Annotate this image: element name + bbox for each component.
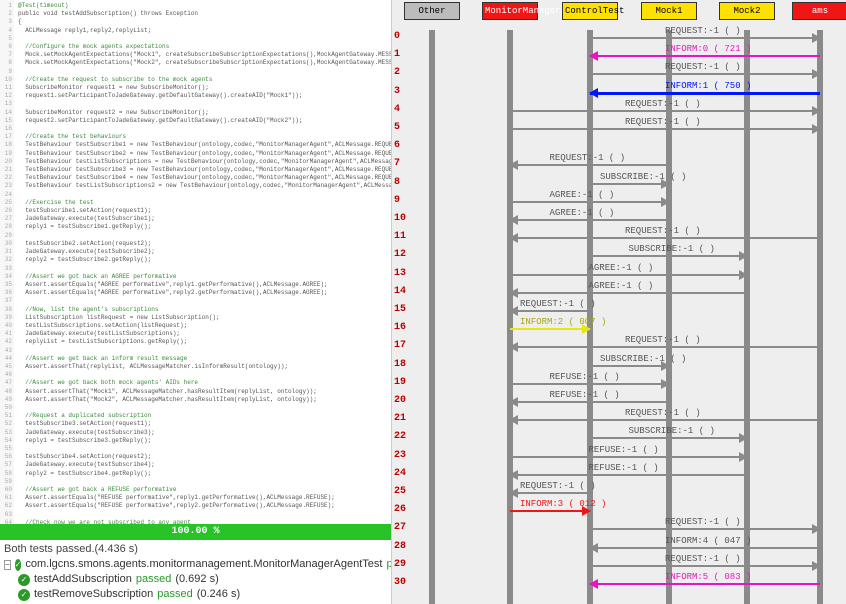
seq-message[interactable]: INFORM:5 ( 083 ) <box>590 578 820 592</box>
seq-message-label: REQUEST:-1 ( ) <box>520 481 596 491</box>
app-root: 1 2 3 4 5 6 7 8 9 10 11 12 13 14 15 16 1… <box>0 0 846 604</box>
seq-message[interactable]: INFORM:3 ( 012 ) <box>510 505 590 519</box>
pass-icon: ✓ <box>18 574 30 586</box>
test-progress-bar: 100.00 % <box>0 524 391 540</box>
result-test-row[interactable]: ✓ testAddSubscription passed (0.692 s) <box>4 572 387 587</box>
result-class-row[interactable]: − ✓ com.lgcns.smons.agents.monitormanage… <box>4 557 387 572</box>
result-test-status: passed <box>157 587 192 602</box>
seq-message-label: INFORM:3 ( 012 ) <box>520 499 606 509</box>
seq-message[interactable]: REQUEST:-1 ( ) <box>510 123 820 137</box>
seq-message-label: INFORM:1 ( 750 ) <box>665 81 751 91</box>
code-editor[interactable]: 1 2 3 4 5 6 7 8 9 10 11 12 13 14 15 16 1… <box>0 0 391 524</box>
seq-message-label: SUBSCRIBE:-1 ( ) <box>629 244 715 254</box>
result-test-time: (0.246 s) <box>197 587 240 602</box>
seq-message-label: INFORM:0 ( 721 ) <box>665 44 751 54</box>
seq-message-label: AGREE:-1 ( ) <box>589 263 654 273</box>
seq-message-label: REQUEST:-1 ( ) <box>520 299 596 309</box>
seq-message-label: AGREE:-1 ( ) <box>550 208 615 218</box>
seq-message-label: REQUEST:-1 ( ) <box>625 335 701 345</box>
result-class-name: com.lgcns.smons.agents.monitormanagement… <box>25 557 382 572</box>
pass-icon: ✓ <box>18 589 30 601</box>
seq-message-label: SUBSCRIBE:-1 ( ) <box>600 172 686 182</box>
seq-message-label: REQUEST:-1 ( ) <box>625 226 701 236</box>
seq-message-label: REFUSE:-1 ( ) <box>589 445 659 455</box>
seq-message-label: INFORM:5 ( 083 ) <box>665 572 751 582</box>
test-results: Both tests passed.(4.436 s) − ✓ com.lgcn… <box>0 540 391 604</box>
seq-message-label: SUBSCRIBE:-1 ( ) <box>600 354 686 364</box>
seq-message-label: INFORM:4 ( 047 ) <box>665 536 751 546</box>
result-test-status: passed <box>136 572 171 587</box>
sequence-diagram[interactable]: OtherMonitorManagerAgentControlTestMock1… <box>392 0 846 604</box>
pass-icon: ✓ <box>15 559 22 571</box>
seq-message-label: REQUEST:-1 ( ) <box>625 408 701 418</box>
seq-message-label: REFUSE:-1 ( ) <box>550 372 620 382</box>
message-layer: REQUEST:-1 ( ) INFORM:0 ( 721 ) REQUEST:-1… <box>392 0 846 604</box>
seq-message-label: REQUEST:-1 ( ) <box>550 153 626 163</box>
result-test-time: (0.692 s) <box>175 572 218 587</box>
seq-message-label: INFORM:2 ( 007 ) <box>520 317 606 327</box>
seq-message-label: REQUEST:-1 ( ) <box>665 62 741 72</box>
code-body[interactable]: @Test(timeout) public void testAddSubscr… <box>14 0 391 524</box>
seq-message-label: REQUEST:-1 ( ) <box>665 517 741 527</box>
line-gutter: 1 2 3 4 5 6 7 8 9 10 11 12 13 14 15 16 1… <box>0 0 14 524</box>
seq-message-label: REQUEST:-1 ( ) <box>625 117 701 127</box>
seq-message-label: AGREE:-1 ( ) <box>589 281 654 291</box>
seq-message-label: REQUEST:-1 ( ) <box>665 26 741 36</box>
result-test-row[interactable]: ✓ testRemoveSubscription passed (0.246 s… <box>4 587 387 602</box>
seq-message-label: REQUEST:-1 ( ) <box>625 99 701 109</box>
seq-message[interactable]: INFORM:2 ( 007 ) <box>510 323 590 337</box>
result-test-name: testAddSubscription <box>34 572 132 587</box>
seq-message-label: REFUSE:-1 ( ) <box>589 463 659 473</box>
result-test-name: testRemoveSubscription <box>34 587 153 602</box>
results-summary: Both tests passed.(4.436 s) <box>4 542 387 557</box>
expander-icon[interactable]: − <box>4 560 11 570</box>
seq-message-label: REQUEST:-1 ( ) <box>665 554 741 564</box>
left-pane: 1 2 3 4 5 6 7 8 9 10 11 12 13 14 15 16 1… <box>0 0 392 604</box>
seq-message-label: REFUSE:-1 ( ) <box>550 390 620 400</box>
seq-message-label: AGREE:-1 ( ) <box>550 190 615 200</box>
seq-message-label: SUBSCRIBE:-1 ( ) <box>629 426 715 436</box>
